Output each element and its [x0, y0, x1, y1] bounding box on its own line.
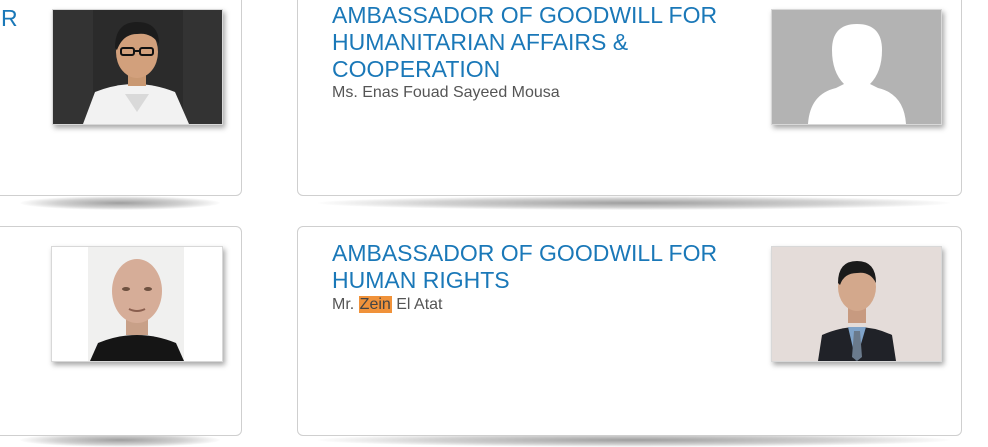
- ambassador-card: R: [0, 0, 242, 196]
- profile-photo[interactable]: [771, 9, 942, 125]
- search-highlight: Zein: [358, 296, 392, 313]
- card-shadow: [20, 196, 220, 210]
- man-suit-photo-icon: [772, 247, 941, 361]
- card-title[interactable]: R: [1, 5, 18, 32]
- default-avatar-icon: [772, 10, 941, 124]
- name-prefix: Mr.: [332, 296, 355, 313]
- title-line: HUMAN RIGHTS: [332, 267, 510, 293]
- profile-photo[interactable]: [51, 246, 223, 362]
- title-line: HUMANITARIAN AFFAIRS &: [332, 29, 629, 55]
- ambassador-card: AMBASSADOR OF GOODWILL FOR HUMANITARIAN …: [297, 0, 962, 196]
- ambassador-card: [0, 226, 242, 436]
- ambassador-name: Mr. Zein El Atat: [332, 295, 443, 315]
- bald-man-photo-icon: [52, 247, 222, 361]
- card-shadow: [318, 196, 950, 210]
- name-suffix: El Atat: [396, 296, 443, 313]
- profile-photo[interactable]: [52, 9, 223, 125]
- title-line: COOPERATION: [332, 56, 501, 82]
- title-line: AMBASSADOR OF GOODWILL FOR: [332, 240, 718, 266]
- ambassador-name: Ms. Enas Fouad Sayeed Mousa: [332, 84, 560, 101]
- title-line: AMBASSADOR OF GOODWILL FOR: [332, 2, 718, 28]
- profile-photo[interactable]: [771, 246, 942, 362]
- ambassador-card: AMBASSADOR OF GOODWILL FOR HUMAN RIGHTS …: [297, 226, 962, 436]
- man-glasses-photo-icon: [53, 10, 222, 124]
- card-title[interactable]: AMBASSADOR OF GOODWILL FOR HUMAN RIGHTS: [332, 240, 717, 294]
- card-title[interactable]: AMBASSADOR OF GOODWILL FOR HUMANITARIAN …: [332, 2, 717, 83]
